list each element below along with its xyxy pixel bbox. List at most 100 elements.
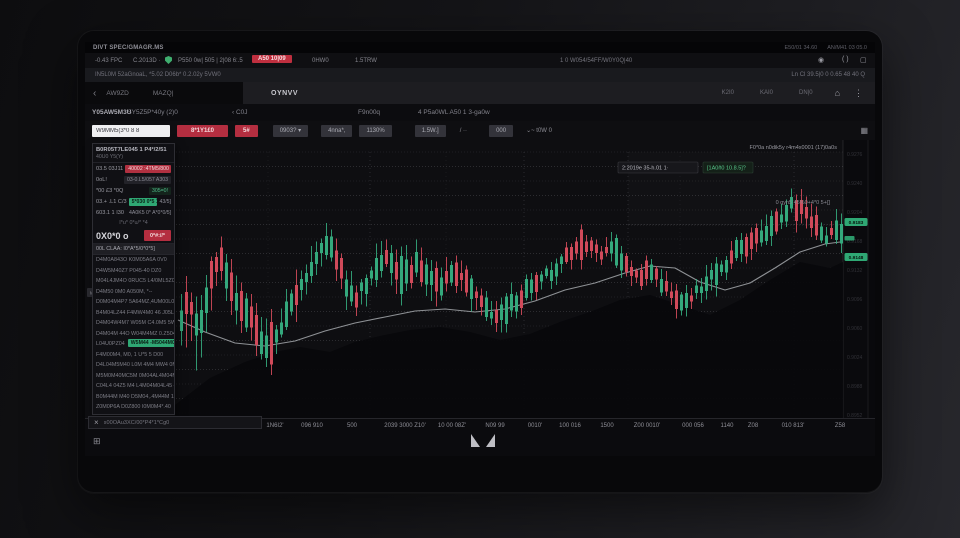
info-item-2[interactable]: F9n00q xyxy=(358,109,380,116)
list-item[interactable]: Z0M0P6A D0Z800 I0M0M4*.40 xyxy=(93,402,174,413)
quote-row: 603.1 1 I30 4A0K5 0* A*0*0/5] xyxy=(93,207,174,218)
toolbar-button-1[interactable]: 4nna*, xyxy=(321,125,352,137)
symbol-dropdown-panel: B0R05T7LE045 1 P4*/2/51 40U0 Y5(Y) 03.5 … xyxy=(92,143,175,415)
brackets-icon[interactable]: ( ) xyxy=(842,56,849,63)
tab-right-item-1[interactable]: K2I0 xyxy=(722,90,734,96)
tab-bar: ‹ AW9ZD MAZQ| OYNVV K2I0 KAI0 DN|0 ⌂ ⋮ xyxy=(85,82,875,104)
list-title[interactable]: 00L CLAA: I0*A*5/0*0*5] xyxy=(93,244,174,255)
trading-app-screen: DIVT SPEC/GMAGR.MS E50/01 34.60 AN/M41 0… xyxy=(85,42,875,456)
shield-icon xyxy=(165,56,172,64)
overflow-menu-icon[interactable]: ⋮ xyxy=(854,88,863,99)
time-tick-label: Z58 xyxy=(835,423,845,429)
toolbar-button-4[interactable]: / ·· xyxy=(453,125,474,137)
tab-group-active: OYNVV K2I0 KAI0 DN|0 ⌂ ⋮ xyxy=(243,82,875,104)
list-item[interactable]: D4L04M5M40 L0M 4M4 MW4 0M05] xyxy=(93,360,174,371)
quote-label: 03.5 03J11 xyxy=(96,166,123,172)
home-icon[interactable]: ⌂ xyxy=(835,88,840,98)
close-icon[interactable]: × xyxy=(94,419,99,427)
panel-sell-button[interactable]: 0*#://* xyxy=(144,230,171,241)
status-bar: IN5L0M 52aGnoaL, *5.02 D06b* 0.2.02y 5VW… xyxy=(85,68,875,82)
quote-label: 603.1 1 I30 xyxy=(96,210,124,216)
list-item[interactable]: D4M04W4M7 W05M C4.0M5 5W xyxy=(93,318,174,329)
window-icon[interactable]: ▢ xyxy=(860,56,867,64)
info-item-1[interactable]: ‹ C0J xyxy=(232,109,248,116)
quote-row: 03.5 03J11 40002 :4TM5/800 xyxy=(93,163,174,174)
symbol-desc: 5Y5Z5P*40y (2)0 xyxy=(128,109,178,116)
quote-hint: I*u* 0*u/* *4 xyxy=(93,218,174,228)
list-item[interactable]: M04L4JM4O 0RUC5 L4/0ML5Z0 xyxy=(93,276,174,287)
time-tick-label: 100 016 xyxy=(559,423,581,429)
time-tick-label: N09 99 xyxy=(485,423,504,429)
panel-footer[interactable]: × s00OAu3XC/00*P4*1*Cg0 xyxy=(88,416,262,429)
time-tick-label: 500 xyxy=(347,423,357,429)
sell-button[interactable]: 8*1Y1£0 xyxy=(177,125,228,137)
list-item[interactable]: B0M44M M40 D5M04,.4M44M 1(0M5] xyxy=(93,392,174,403)
timeframe-dropdown[interactable]: 0903? ▾ xyxy=(273,125,308,137)
account-info: 1 0 W054/54FF/W0Y0Q|40 xyxy=(560,58,632,64)
symbol-search-input[interactable] xyxy=(92,125,170,137)
svg-text:0.9148: 0.9148 xyxy=(849,255,864,261)
info-item-3: 4 P5a0WL A50 1 3-ga0w xyxy=(418,109,490,116)
quote-value: C.2013D · xyxy=(133,58,160,64)
tab-active[interactable]: OYNVV xyxy=(271,90,298,97)
time-tick-label: 2039 3000 Z10' xyxy=(384,423,426,429)
candlestick-chart[interactable]: F0*0a n0dik5y r4m4x0001 (17)0a0s2:2019e … xyxy=(85,140,875,418)
layout-grid-icon[interactable]: ▦ xyxy=(860,126,868,135)
tab-right-item-3[interactable]: DN|0 xyxy=(799,90,813,96)
list-item[interactable]: B4M04LZ44 F4MW4M0 46 J05L xyxy=(93,308,174,319)
list-item[interactable]: D4M50 0M0 A050M, *-- xyxy=(93,287,174,298)
time-tick-label: Z00 0010' xyxy=(634,423,661,429)
indicator-toggle[interactable]: ⌄~ t0W 0 xyxy=(526,127,552,134)
tab-right-item-2[interactable]: KAI0 xyxy=(760,90,773,96)
time-tick-label: 1N6I2' xyxy=(266,423,283,429)
list-item[interactable]: L04U0PZ04W5M44 -M5044M0M40M xyxy=(93,339,174,350)
svg-text:0.8988: 0.8988 xyxy=(847,384,863,390)
svg-text:0.9240: 0.9240 xyxy=(847,181,863,187)
list-item[interactable]: M5M0M40MC5M 0M04AL4M04M5 0ML0 xyxy=(93,371,174,382)
scroll-arrows[interactable] xyxy=(385,433,575,451)
quote-row: *00 £3 *0Q 305=0! xyxy=(93,185,174,196)
svg-text:0.9024: 0.9024 xyxy=(847,355,863,361)
alert-badge[interactable]: A50 10|09 xyxy=(252,55,292,63)
svg-text:0.9204: 0.9204 xyxy=(847,210,863,216)
svg-text:0 qyn5 45%0+4*0 5+[]: 0 qyn5 45%0+4*0 5+[] xyxy=(776,200,831,206)
status-tools: Ln Cl 39.5|0 0 0.65 48 40 Q xyxy=(791,72,865,78)
quote-label: 03.+ .L1 C/3 xyxy=(96,199,127,205)
time-tick-label: Z08 xyxy=(748,423,758,429)
tab-group-left: ‹ AW9ZD MAZQ| xyxy=(85,82,243,104)
quote-value: 4A0K5 0* A*0*0/5] xyxy=(126,209,171,217)
menu-bar: -0.43 FPC C.2013D · P550 0w| 505 | 2|08 … xyxy=(85,53,875,68)
quote-badge-buy[interactable]: 5*030 0*5 1 xyxy=(129,198,158,206)
quote-row: 0oL! 03-0.L5/057 A303 xyxy=(93,174,174,185)
list-item[interactable]: D4M04M 44O W04M4MZ 0.Z5045] xyxy=(93,329,174,340)
status-text: IN5L0M 52aGnoaL, *5.02 D06b* 0.2.02y 5VW… xyxy=(95,72,221,78)
toolbar-button-3[interactable]: 1.5W.] xyxy=(415,125,446,137)
grid-view-icon[interactable]: ⊞ xyxy=(93,436,101,447)
time-tick-label: 1500 xyxy=(600,423,613,429)
sell-small-button[interactable]: 5# xyxy=(235,125,258,137)
tab-mazq[interactable]: MAZQ| xyxy=(153,90,173,97)
last-price: 0X0*0 o xyxy=(96,231,129,241)
quote-label: *00 £3 *0Q xyxy=(96,188,123,194)
list-item[interactable]: D4M0A843O K0M05A6A 0V0 xyxy=(93,255,174,266)
svg-text:0.9183: 0.9183 xyxy=(849,220,864,226)
chart-area[interactable]: F0*0a n0dik5y r4m4x0001 (17)0a0s2:2019e … xyxy=(85,140,875,418)
quote-extra: 43/5] xyxy=(159,199,171,205)
window-title: DIVT SPEC/GMAGR.MS xyxy=(93,45,164,51)
session-info: P550 0w| 505 | 2|08 6:.5 xyxy=(178,58,243,64)
svg-text:0.9060: 0.9060 xyxy=(847,326,863,332)
back-arrow-icon[interactable]: ‹ xyxy=(93,88,96,99)
list-item[interactable]: F4M00M4, M0, 1 U*5 5 D00 xyxy=(93,350,174,361)
svg-text:0.9096: 0.9096 xyxy=(847,297,863,303)
menu-item-1[interactable]: 0HW0 xyxy=(312,58,329,64)
toolbar-button-5[interactable]: 000 xyxy=(489,125,513,137)
quote-badge: 03-0.L5/057 A303 xyxy=(124,176,171,184)
list-item[interactable]: D0M04M4P7 5A64MZ,4UM00L0 xyxy=(93,297,174,308)
pin-icon[interactable]: ◉ xyxy=(818,56,824,64)
toolbar-button-2[interactable]: 1130% xyxy=(359,125,391,137)
list-item[interactable]: D4W5M40Z7 P045-40 DZ0 xyxy=(93,266,174,277)
menu-item-2[interactable]: 1.5TRW xyxy=(355,58,377,64)
tab-awazd[interactable]: AW9ZD xyxy=(106,90,129,97)
list-item[interactable]: C04L4 04Z5 M4 L4M04M04L45 4M05] xyxy=(93,381,174,392)
quote-badge-sell[interactable]: 40002 :4TM5/800 xyxy=(125,165,171,173)
